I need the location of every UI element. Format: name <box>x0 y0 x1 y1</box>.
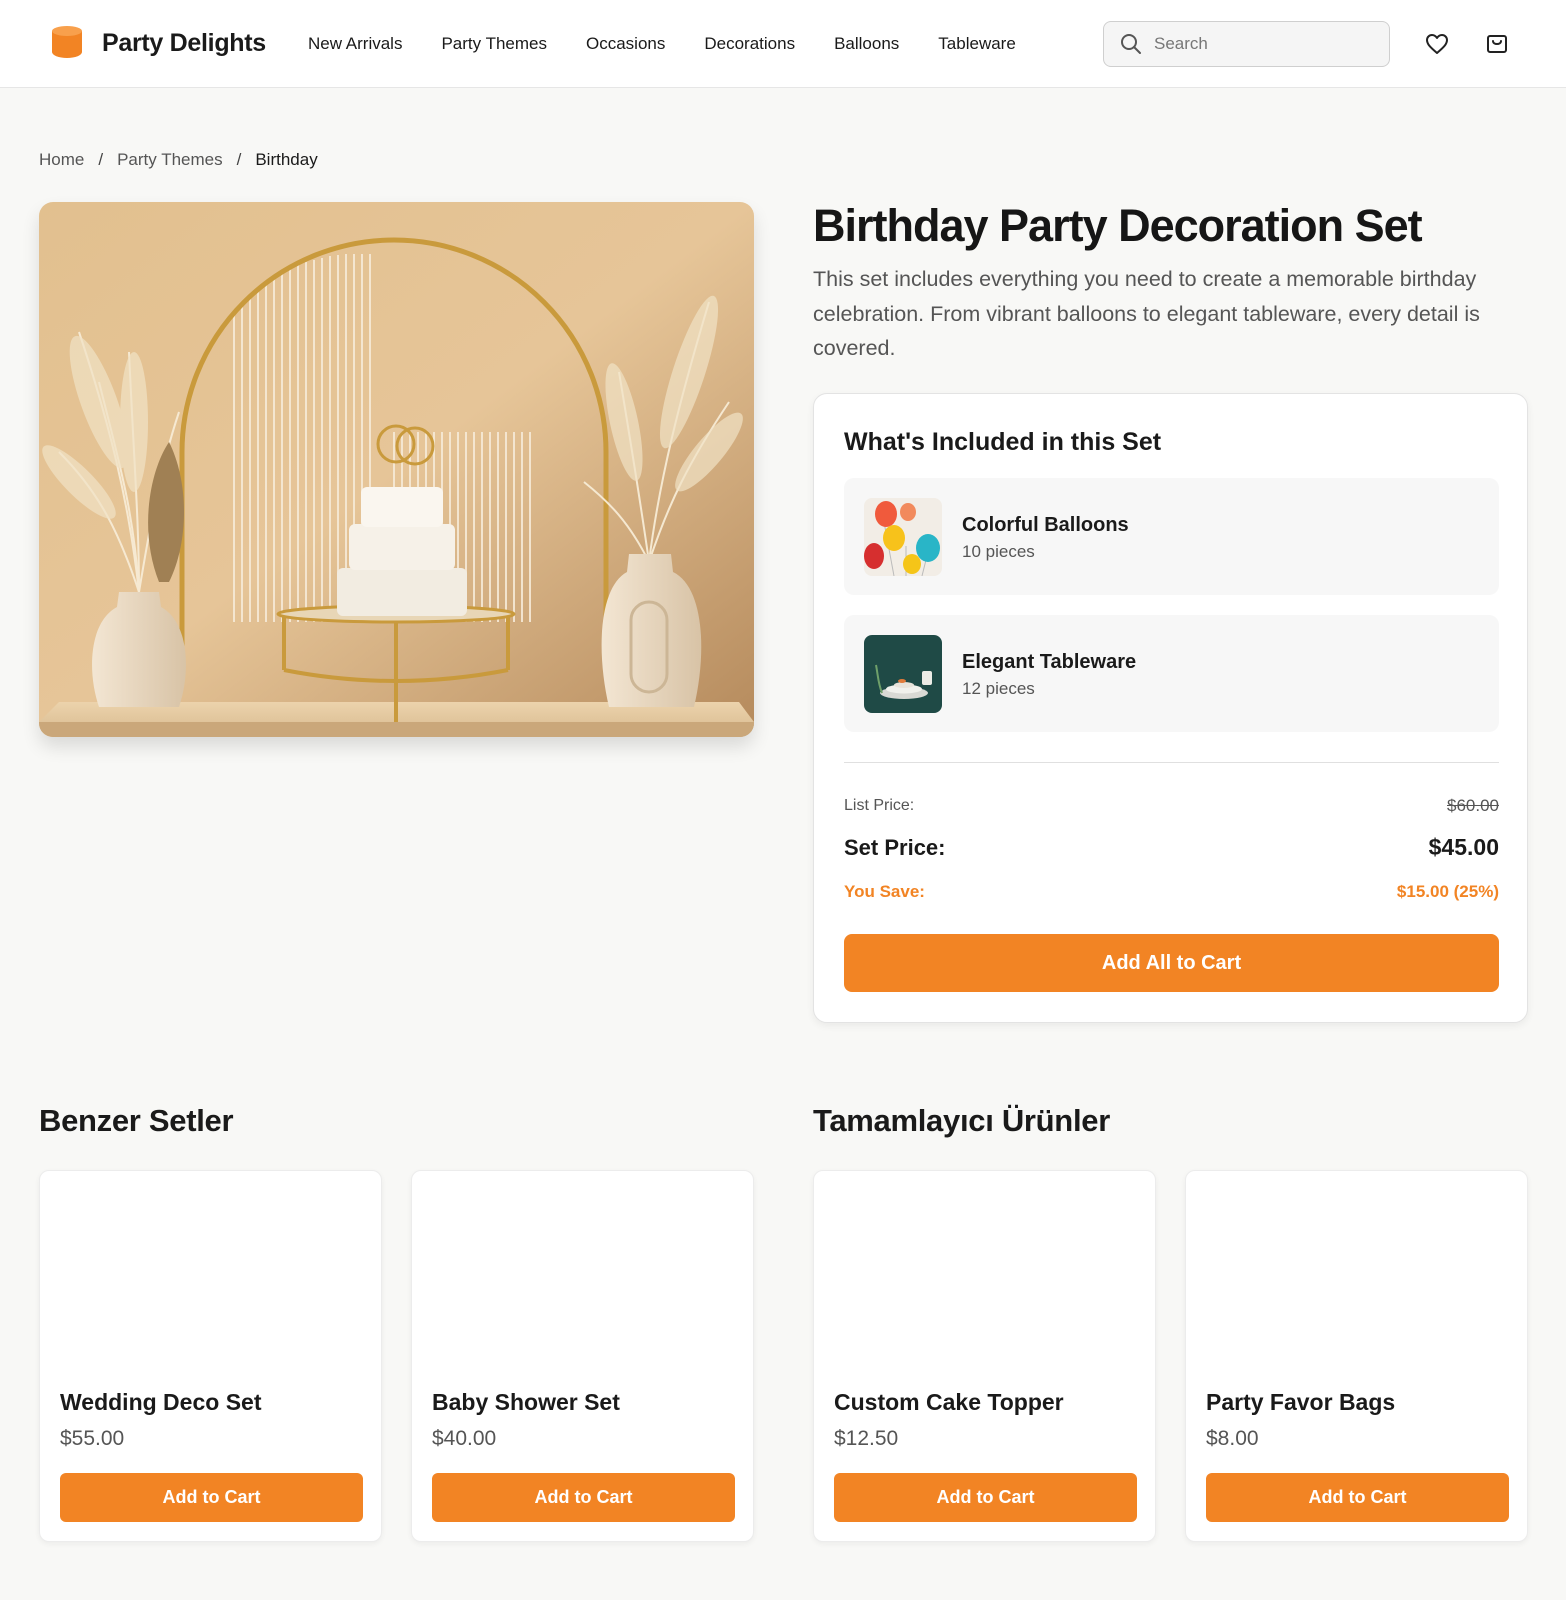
nav-decorations[interactable]: Decorations <box>704 34 795 54</box>
add-to-cart-button[interactable]: Add to Cart <box>834 1473 1137 1522</box>
product-name: Party Favor Bags <box>1206 1389 1396 1415</box>
nav-balloons[interactable]: Balloons <box>834 34 899 54</box>
add-all-to-cart-button[interactable]: Add All to Cart <box>844 934 1499 992</box>
breadcrumb-home[interactable]: Home <box>39 150 84 170</box>
product-title: Birthday Party Decoration Set <box>813 200 1423 251</box>
divider <box>844 762 1499 763</box>
product-card[interactable]: Party Favor Bags $8.00 Add to Cart <box>1185 1170 1528 1542</box>
nav-new-arrivals[interactable]: New Arrivals <box>308 34 402 54</box>
heart-icon[interactable] <box>1424 31 1450 57</box>
tableware-thumbnail <box>864 635 942 713</box>
breadcrumb-current: Birthday <box>255 150 318 169</box>
add-to-cart-button[interactable]: Add to Cart <box>60 1473 363 1522</box>
breadcrumb-separator: / <box>236 150 242 169</box>
included-item-name: Elegant Tableware <box>962 651 1137 673</box>
included-item-name: Colorful Balloons <box>962 514 1129 536</box>
balloons-thumbnail <box>864 498 942 576</box>
shopping-bag-icon[interactable] <box>1484 31 1510 57</box>
included-item[interactable]: Elegant Tableware 12 pieces <box>844 615 1499 732</box>
product-name: Custom Cake Topper <box>834 1389 1064 1415</box>
similar-sets-title: Benzer Setler <box>39 1103 234 1138</box>
product-image <box>39 202 754 737</box>
included-item-qty: 12 pieces <box>962 679 1035 698</box>
product-description: This set includes everything you need to… <box>813 267 1480 360</box>
breadcrumb-party-themes[interactable]: Party Themes <box>117 150 223 170</box>
search-icon <box>1121 34 1141 54</box>
breadcrumb: Home / Party Themes / Birthday <box>39 150 318 170</box>
brand-name: Party Delights <box>102 28 266 57</box>
product-name: Baby Shower Set <box>432 1389 620 1415</box>
main-nav: New Arrivals Party Themes Occasions Deco… <box>308 34 1055 54</box>
search-input[interactable] <box>1154 34 1374 54</box>
list-price-row: List Price: $60.00 <box>844 796 1499 816</box>
list-price-label: List Price: <box>844 797 915 814</box>
product-card[interactable]: Wedding Deco Set $55.00 Add to Cart <box>39 1170 382 1542</box>
product-card[interactable]: Custom Cake Topper $12.50 Add to Cart <box>813 1170 1156 1542</box>
savings-row: You Save: $15.00 (25%) <box>844 882 1499 902</box>
set-price-row: Set Price: $45.00 <box>844 834 1499 861</box>
search-box[interactable] <box>1103 21 1390 67</box>
included-item[interactable]: Colorful Balloons 10 pieces <box>844 478 1499 595</box>
breadcrumb-separator: / <box>98 150 104 169</box>
included-item-qty: 10 pieces <box>962 542 1035 561</box>
site-header: Party Delights New Arrivals Party Themes… <box>0 0 1566 88</box>
set-contents-card: What's Included in this Set Colorful Bal… <box>813 393 1528 1023</box>
logo-icon <box>52 26 82 60</box>
product-card[interactable]: Baby Shower Set $40.00 Add to Cart <box>411 1170 754 1542</box>
product-price: $12.50 <box>834 1427 899 1450</box>
savings-value: $15.00 (25%) <box>1396 882 1499 901</box>
nav-tableware[interactable]: Tableware <box>938 34 1016 54</box>
complementary-title: Tamamlayıcı Ürünler <box>813 1103 1110 1138</box>
add-to-cart-button[interactable]: Add to Cart <box>432 1473 735 1522</box>
nav-party-themes[interactable]: Party Themes <box>441 34 547 54</box>
set-price-value: $45.00 <box>1428 834 1499 860</box>
savings-label: You Save: <box>844 882 925 901</box>
product-price: $55.00 <box>60 1427 125 1450</box>
logo[interactable]: Party Delights <box>52 26 266 60</box>
included-title: What's Included in this Set <box>844 428 1162 456</box>
set-price-label: Set Price: <box>844 834 946 860</box>
product-price: $8.00 <box>1206 1427 1259 1450</box>
product-price: $40.00 <box>432 1427 497 1450</box>
product-name: Wedding Deco Set <box>60 1389 262 1415</box>
add-to-cart-button[interactable]: Add to Cart <box>1206 1473 1509 1522</box>
list-price-value: $60.00 <box>1447 796 1499 815</box>
nav-occasions[interactable]: Occasions <box>586 34 665 54</box>
